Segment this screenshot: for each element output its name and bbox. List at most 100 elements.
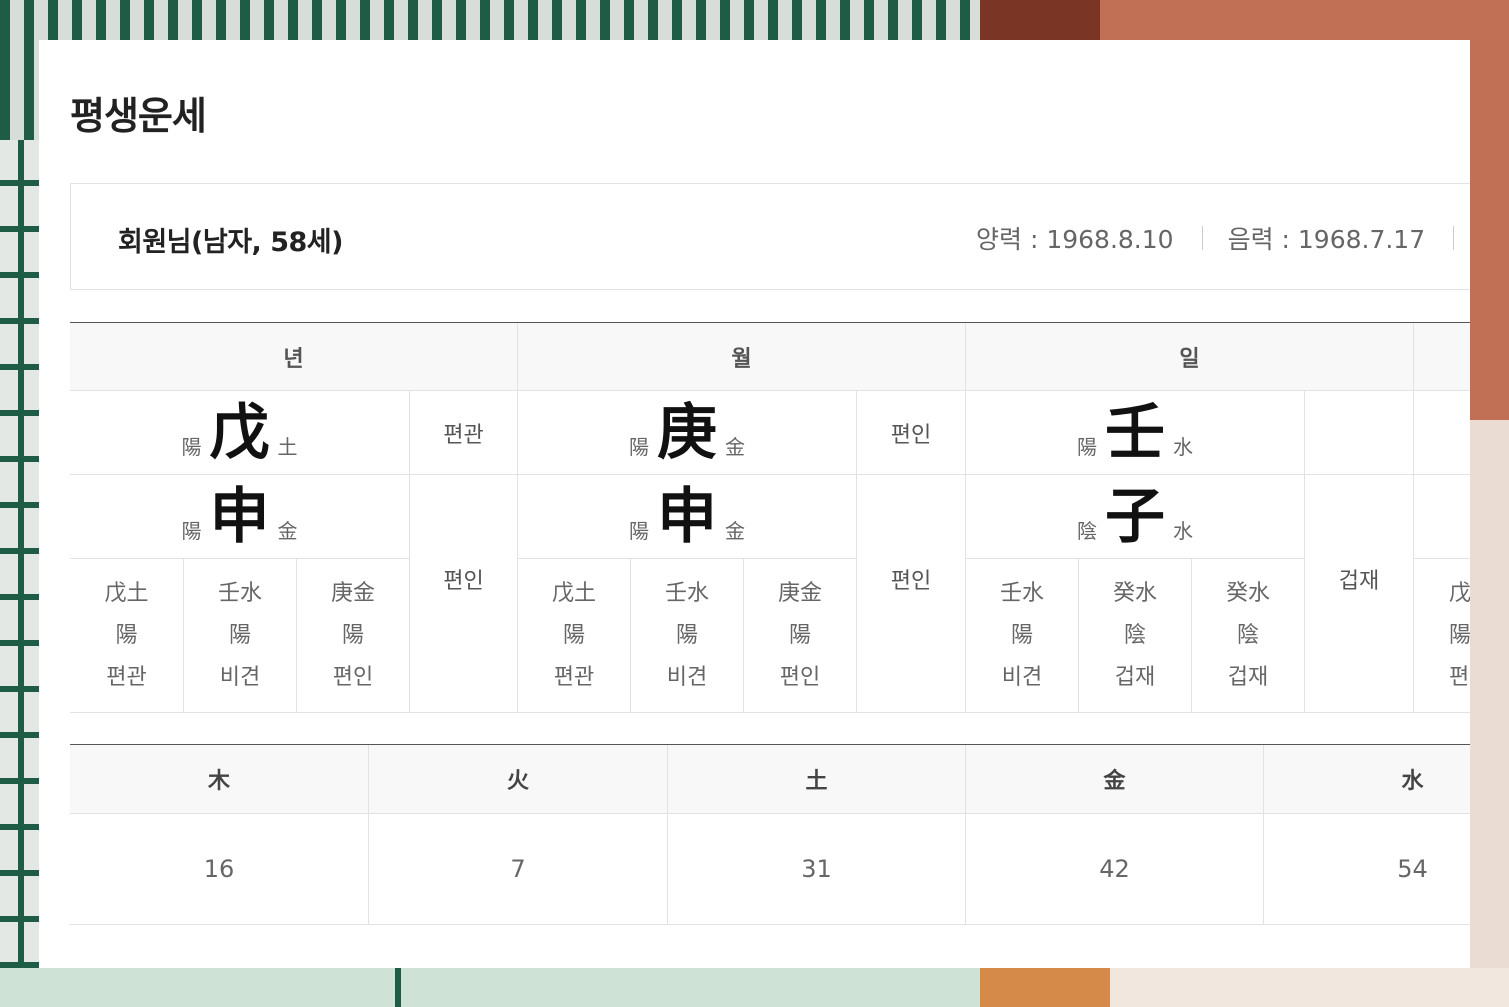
ten-god-label: 겁재 — [1338, 568, 1380, 594]
hidden-yinyang: 陽 — [562, 622, 585, 648]
hidden-stem: 癸水 — [1112, 580, 1157, 606]
element-header-earth: 土 — [667, 745, 965, 814]
pillar-header-hour — [1413, 323, 1470, 391]
element-value-metal: 42 — [965, 814, 1263, 925]
hidden-stem-cell: 戊 陽 편 — [1413, 559, 1470, 713]
hidden-ten-god: 편인 — [332, 664, 374, 690]
month-stem-cell: 陽 庚 金 — [517, 391, 856, 475]
fortune-panel: 평생운세 회원님(남자, 58세) 양력 : 1968.8.10 음력 : 19… — [39, 40, 1470, 968]
ten-god-label: 편인 — [443, 568, 484, 594]
yinyang-label: 陽 — [181, 434, 202, 459]
month-branch-cell: 陽 申 金 — [517, 475, 856, 559]
hidden-stem-cell: 壬水 陽 비견 — [965, 559, 1078, 713]
element-value-earth: 31 — [667, 814, 965, 925]
element-value-fire: 7 — [368, 814, 667, 925]
element-value-water: 54 — [1263, 814, 1470, 925]
year-branch-cell: 陽 申 金 — [70, 475, 409, 559]
hidden-ten-god: 비견 — [1001, 664, 1043, 690]
element-header-fire: 火 — [368, 745, 667, 814]
solar-date: 양력 : 1968.8.10 — [976, 225, 1174, 254]
hidden-stem: 壬水 — [999, 580, 1044, 606]
hidden-stem: 壬水 — [664, 580, 709, 606]
hidden-stem: 癸水 — [1225, 580, 1270, 606]
hidden-stem: 戊土 — [104, 580, 149, 606]
month-branch-god: 편인 — [856, 475, 965, 713]
hidden-ten-god: 비견 — [219, 664, 261, 690]
hidden-stem-cell: 庚金 陽 편인 — [296, 559, 409, 713]
background-door-frame — [395, 968, 401, 1007]
hour-stem-cell — [1413, 391, 1470, 475]
hidden-yinyang: 陰 — [1236, 622, 1259, 648]
saju-table: 년 陽 戊 土 편관 陽 申 金 편인 戊土 陽 편관 壬水 陽 비견 庚金 陽… — [70, 322, 1470, 713]
background-pale-wall — [1470, 420, 1509, 1007]
heavenly-stem: 戊 — [209, 397, 270, 468]
hidden-ten-god: 겁재 — [1114, 664, 1156, 690]
hidden-stem: 庚金 — [777, 580, 822, 606]
birth-dates: 양력 : 1968.8.10 음력 : 1968.7.17 태어 — [976, 220, 1470, 256]
background-mint-door — [0, 968, 980, 1007]
hidden-stem: 戊 — [1449, 580, 1470, 606]
hidden-stem-cell: 壬水 陽 비견 — [183, 559, 296, 713]
day-stem-cell: 陽 壬 水 — [965, 391, 1304, 475]
hidden-stem-cell: 庚金 陽 편인 — [743, 559, 856, 713]
heavenly-stem: 庚 — [657, 397, 717, 468]
hidden-yinyang: 陽 — [675, 622, 698, 648]
background-dark-beam — [980, 0, 1100, 40]
year-stem-cell: 陽 戊 土 — [70, 391, 409, 475]
hidden-yinyang: 陽 — [115, 622, 138, 648]
element-header-metal: 金 — [965, 745, 1263, 814]
hidden-stem-cell: 戊土 陽 편관 — [70, 559, 183, 713]
day-stem-god — [1304, 391, 1413, 475]
element-label: 金 — [725, 434, 745, 459]
hidden-stem: 戊土 — [551, 580, 596, 606]
element-label: 金 — [725, 518, 745, 543]
hidden-stem-cell: 癸水 陰 겁재 — [1078, 559, 1191, 713]
pillar-header-month: 월 — [517, 323, 965, 391]
page-title: 평생운세 — [70, 94, 207, 138]
hour-branch-cell — [1413, 475, 1470, 559]
day-branch-god: 겁재 — [1304, 475, 1413, 713]
element-label: 金 — [277, 518, 298, 543]
earthly-branch: 申 — [209, 481, 270, 552]
hidden-yinyang: 陽 — [228, 622, 251, 648]
hidden-stem: 壬水 — [217, 580, 262, 606]
hidden-stem: 庚金 — [330, 580, 375, 606]
member-info-box: 회원님(남자, 58세) 양력 : 1968.8.10 음력 : 1968.7.… — [70, 183, 1470, 290]
element-header-wood: 木 — [70, 745, 368, 814]
heavenly-stem: 壬 — [1105, 397, 1165, 468]
hidden-ten-god: 편 — [1449, 664, 1470, 690]
background-pale-floor — [1110, 968, 1509, 1007]
yinyang-label: 陽 — [1077, 434, 1097, 459]
ten-god-label: 편인 — [890, 568, 932, 594]
hidden-ten-god: 편관 — [106, 664, 147, 690]
hidden-ten-god: 편인 — [779, 664, 821, 690]
element-value-wood: 16 — [70, 814, 368, 925]
hidden-stem-cell: 戊土 陽 편관 — [517, 559, 630, 713]
member-name: 회원님(남자, 58세) — [118, 227, 343, 258]
hidden-yinyang: 陽 — [1010, 622, 1033, 648]
hidden-yinyang: 陽 — [341, 622, 364, 648]
five-elements-table: 木 火 土 金 水 16 7 31 42 54 — [70, 744, 1470, 925]
hidden-yinyang: 陽 — [1449, 622, 1470, 648]
lunar-date: 음력 : 1968.7.17 — [1227, 225, 1426, 254]
yinyang-label: 陽 — [629, 434, 649, 459]
month-stem-god: 편인 — [856, 391, 965, 475]
pillar-header-year: 년 — [70, 323, 517, 391]
year-stem-god: 편관 — [409, 391, 517, 475]
earthly-branch: 申 — [657, 481, 717, 552]
pillar-header-day: 일 — [965, 323, 1413, 391]
yinyang-label: 陽 — [629, 518, 649, 543]
hidden-stem-cell: 壬水 陽 비견 — [630, 559, 743, 713]
element-label: 水 — [1173, 434, 1193, 459]
ten-god-label: 편인 — [890, 422, 932, 448]
background-window-frame — [18, 140, 24, 968]
hidden-yinyang: 陽 — [788, 622, 811, 648]
hidden-ten-god: 겁재 — [1227, 664, 1269, 690]
element-header-water: 水 — [1263, 745, 1470, 814]
hidden-ten-god: 비견 — [666, 664, 708, 690]
hidden-stem-cell: 癸水 陰 겁재 — [1191, 559, 1304, 713]
background-wood-door — [980, 968, 1110, 1007]
day-branch-cell: 陰 子 水 — [965, 475, 1304, 559]
ten-god-label: 편관 — [443, 422, 484, 448]
divider — [1201, 226, 1203, 250]
